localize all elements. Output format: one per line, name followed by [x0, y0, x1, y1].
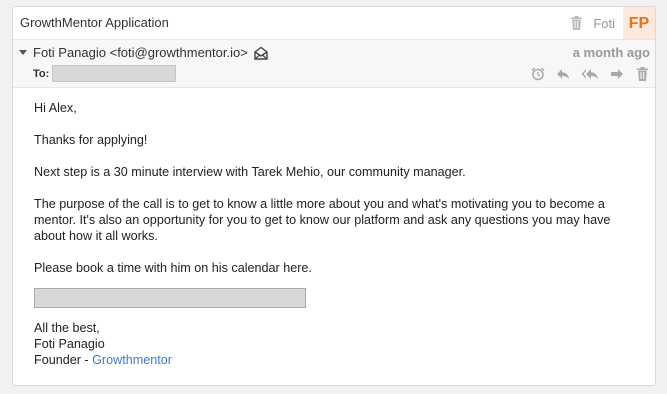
to-label: To: [33, 67, 50, 80]
to-row: To: [33, 65, 177, 82]
alarm-clock-icon[interactable] [531, 67, 545, 81]
reply-icon[interactable] [556, 67, 570, 81]
email-date: a month ago [572, 45, 650, 60]
signature-title-prefix: Founder - [34, 353, 93, 367]
from-row: Foti Panagio <foti@growthmentor.io> [19, 45, 268, 60]
closing: All the best, [34, 321, 100, 335]
company-link[interactable]: Growthmentor [92, 353, 172, 367]
body-paragraph: Next step is a 30 minute interview with … [34, 165, 466, 179]
email-subject: GrowthMentor Application [20, 15, 169, 30]
body-paragraph: Thanks for applying! [34, 133, 148, 147]
body-paragraph: The purpose of the call is to get to kno… [34, 197, 611, 243]
avatar: FP [623, 7, 655, 39]
body-paragraph: Please book a time with him on his calen… [34, 261, 312, 275]
signature-title: Founder - Growthmentor [34, 352, 634, 368]
collapse-caret-icon[interactable] [19, 50, 27, 55]
subject-bar: GrowthMentor Application Foti FP [13, 7, 655, 40]
subject-actions: Foti FP [569, 7, 655, 39]
calendar-link-redacted [34, 288, 306, 308]
trash-icon[interactable] [635, 67, 649, 81]
to-recipient-redacted [52, 65, 177, 82]
envelope-open-icon [254, 46, 268, 60]
signature-name: Foti Panagio [34, 337, 105, 351]
email-body: Hi Alex, Thanks for applying! Next step … [34, 100, 634, 368]
email-card: GrowthMentor Application Foti FP Foti Pa… [12, 6, 656, 386]
reply-all-icon[interactable] [581, 67, 599, 81]
message-actions [531, 67, 649, 81]
from-address: Foti Panagio <foti@growthmentor.io> [33, 45, 248, 60]
greeting: Hi Alex, [34, 101, 77, 115]
forward-icon[interactable] [610, 67, 624, 81]
trash-icon[interactable] [569, 14, 583, 32]
sender-short-name: Foti [593, 15, 615, 31]
message-header: Foti Panagio <foti@growthmentor.io> a mo… [13, 40, 655, 88]
